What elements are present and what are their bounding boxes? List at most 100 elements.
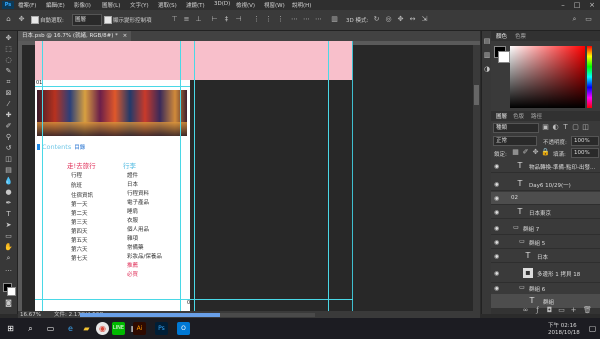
file-explorer-icon[interactable]: ▰ — [80, 322, 93, 335]
3d-rotate-icon[interactable]: ↻ — [372, 15, 381, 24]
layer-row[interactable]: ◉ 02 — [491, 192, 600, 205]
align-center-icon[interactable]: ‡ — [222, 15, 231, 24]
auto-align-icon[interactable]: ▥ — [330, 15, 339, 24]
guide-line[interactable] — [180, 41, 181, 311]
layer-name[interactable]: 群組 5 — [529, 239, 545, 247]
vertical-scrollbar[interactable] — [473, 45, 480, 311]
task-view-icon[interactable]: ▭ — [44, 322, 57, 335]
blur-tool-icon[interactable]: 💧 — [3, 177, 14, 186]
trash-icon[interactable]: 🗑 — [583, 306, 592, 315]
filter-shape-icon[interactable]: ▢ — [571, 123, 580, 132]
distribute-center-icon[interactable]: ⋯ — [302, 15, 311, 24]
layer-row[interactable]: ◉ T 日本東京 — [491, 206, 600, 219]
guide-line[interactable] — [328, 41, 329, 311]
menu-help[interactable]: 說明(H) — [292, 1, 311, 9]
menu-image[interactable]: 影像(I) — [74, 1, 91, 9]
zoom-tool-icon[interactable]: ⌕ — [3, 254, 14, 263]
home-icon[interactable]: ⌂ — [4, 15, 13, 24]
fx-icon[interactable]: ƒ — [533, 306, 542, 315]
new-group-icon[interactable]: ▭ — [557, 306, 566, 315]
layer-name[interactable]: Day6 10/29(一) — [529, 181, 571, 189]
lasso-tool-icon[interactable]: ◌ — [3, 56, 14, 65]
healing-brush-icon[interactable]: ✚ — [3, 111, 14, 120]
edge-browser-icon[interactable]: e — [64, 322, 77, 335]
tab-close-icon[interactable]: × — [123, 33, 128, 39]
lock-pixels-icon[interactable]: ▦ — [511, 148, 520, 157]
clone-stamp-icon[interactable]: ⚲ — [3, 133, 14, 142]
layer-name[interactable]: 日本東京 — [529, 209, 551, 217]
windows-start-icon[interactable]: ⊞ — [4, 322, 17, 335]
background-color-swatch[interactable] — [7, 287, 16, 296]
workspace-icon[interactable]: ▭ — [584, 15, 593, 24]
guide-line[interactable] — [194, 41, 195, 311]
layer-name[interactable]: 群組 — [543, 298, 554, 306]
more-tools-icon[interactable]: … — [3, 265, 14, 274]
layer-row[interactable]: ◉ ▭ 群組 7 — [491, 222, 600, 235]
search-icon[interactable]: ⌕ — [24, 322, 37, 335]
distribute-middle-icon[interactable]: ⋮ — [264, 15, 273, 24]
lock-paint-icon[interactable]: ✐ — [521, 148, 530, 157]
visibility-eye-icon[interactable]: ◉ — [494, 239, 499, 246]
layer-row[interactable]: ◉ T 物品轉換-準備-點印-出發... — [491, 160, 600, 173]
filter-smart-icon[interactable]: ◫ — [581, 123, 590, 132]
brush-tool-icon[interactable]: ✐ — [3, 122, 14, 131]
move-tool-icon[interactable]: ✥ — [17, 15, 26, 24]
document-tab[interactable]: 日本.psb @ 16.7% (就緒, RGB/8#) * × — [18, 31, 132, 41]
layer-row[interactable]: ◉ ▪ 多邊形 1 拷貝 18 — [491, 264, 600, 283]
menu-filter[interactable]: 濾鏡(T) — [186, 1, 205, 9]
quick-select-icon[interactable]: ✎ — [3, 67, 14, 76]
close-icon[interactable]: × — [585, 0, 599, 10]
horizontal-scrollbar[interactable] — [80, 313, 315, 317]
tab-channels[interactable]: 色版 — [513, 112, 524, 120]
layer-row[interactable]: ◉ T 日本 — [491, 250, 600, 263]
gradient-tool-icon[interactable]: ▤ — [3, 166, 14, 175]
visibility-eye-icon[interactable]: ◉ — [494, 225, 499, 232]
mask-icon[interactable]: ◘ — [545, 306, 554, 315]
3d-scale-icon[interactable]: ⇲ — [420, 15, 429, 24]
tab-swatches[interactable]: 色票 — [515, 32, 526, 40]
align-right-icon[interactable]: ⊣ — [234, 15, 243, 24]
menu-select[interactable]: 選取(S) — [158, 1, 177, 9]
3d-slide-icon[interactable]: ↔ — [408, 15, 417, 24]
menu-3d[interactable]: 3D(D) — [214, 1, 230, 7]
new-layer-icon[interactable]: + — [569, 306, 578, 315]
dodge-tool-icon[interactable]: ● — [3, 188, 14, 197]
frame-tool-icon[interactable]: ⊠ — [3, 89, 14, 98]
layer-name[interactable]: 群組 6 — [529, 285, 545, 293]
hue-slider[interactable] — [587, 46, 592, 108]
lock-all-icon[interactable]: 🔒 — [541, 148, 550, 157]
search-icon[interactable]: ⌕ — [570, 15, 579, 24]
eraser-tool-icon[interactable]: ◫ — [3, 155, 14, 164]
visibility-eye-icon[interactable]: ◉ — [494, 195, 499, 202]
filter-pixel-icon[interactable]: ▣ — [541, 123, 550, 132]
guide-line[interactable] — [35, 86, 190, 87]
quick-mask-icon[interactable]: ◙ — [3, 299, 14, 308]
layer-row[interactable]: ◉ ▭ 群組 5 — [491, 236, 600, 249]
crop-tool-icon[interactable]: ⌗ — [3, 78, 14, 87]
show-transform-checkbox[interactable] — [104, 16, 112, 24]
visibility-eye-icon[interactable]: ◉ — [494, 253, 499, 260]
pen-tool-icon[interactable]: ✒ — [3, 199, 14, 208]
align-left-icon[interactable]: ⊢ — [210, 15, 219, 24]
photoshop-icon[interactable]: Ps — [155, 322, 168, 335]
background-swatch[interactable] — [498, 51, 510, 63]
tab-color[interactable]: 顏色 — [496, 32, 507, 40]
rectangle-tool-icon[interactable]: ▭ — [3, 232, 14, 241]
tab-paths[interactable]: 路徑 — [531, 112, 542, 120]
auto-select-checkbox[interactable] — [31, 16, 39, 24]
guide-line[interactable] — [352, 41, 353, 311]
menu-file[interactable]: 檔案(F) — [18, 1, 36, 9]
type-tool-icon[interactable]: T — [3, 210, 14, 219]
lock-position-icon[interactable]: ✥ — [531, 148, 540, 157]
3d-roll-icon[interactable]: ◎ — [384, 15, 393, 24]
visibility-eye-icon[interactable]: ◉ — [494, 209, 499, 216]
layer-name[interactable]: 02 — [511, 195, 518, 201]
eyedropper-icon[interactable]: ⁄ — [3, 100, 14, 109]
clock-time[interactable]: 下午 02:16 — [548, 321, 577, 329]
menu-layer[interactable]: 圖層(L) — [102, 1, 120, 9]
scroll-thumb[interactable] — [80, 313, 220, 317]
maximize-icon[interactable]: □ — [570, 0, 584, 10]
menu-type[interactable]: 文字(Y) — [130, 1, 149, 9]
distribute-right-icon[interactable]: ⋯ — [314, 15, 323, 24]
minimize-icon[interactable]: – — [556, 0, 570, 10]
